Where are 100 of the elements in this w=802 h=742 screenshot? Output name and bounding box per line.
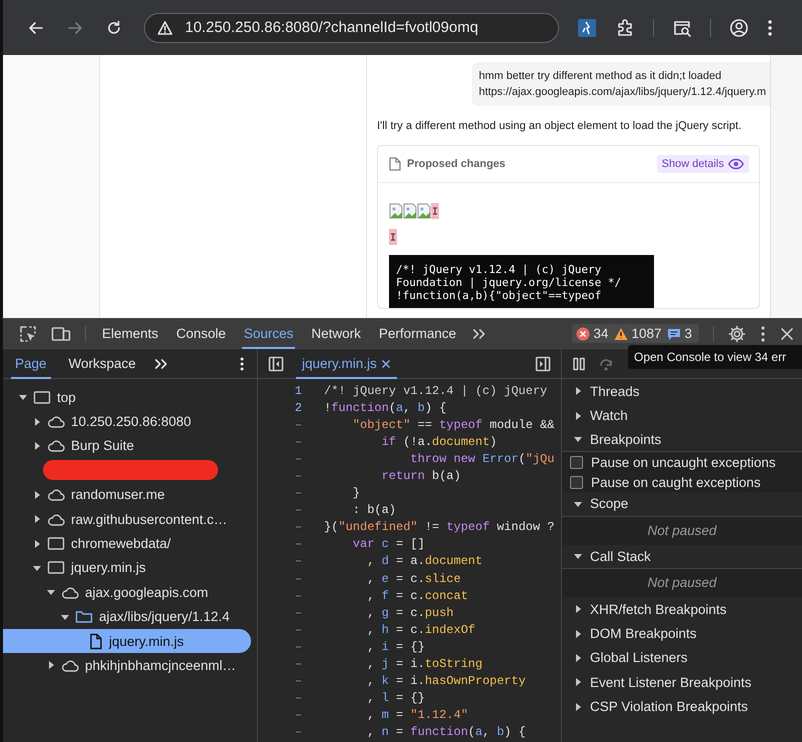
- panel-tab[interactable]: Console: [174, 318, 228, 348]
- tree-item[interactable]: Burp Suite: [71, 438, 134, 454]
- tree-item[interactable]: jquery.min.js: [71, 560, 146, 576]
- collapse-triangle-icon[interactable]: [61, 612, 69, 621]
- debugger-toggle-icon[interactable]: [535, 356, 551, 372]
- settings-icon[interactable]: [728, 324, 746, 342]
- panel-tab[interactable]: Network: [309, 318, 363, 348]
- document-icon: [389, 157, 401, 171]
- code-line: !function(a,b){"object"==typeof: [396, 289, 602, 302]
- code-line: "object" == typeof module &&: [352, 418, 554, 432]
- code-line: , d = a.document: [366, 554, 482, 568]
- expand-triangle-icon[interactable]: [574, 654, 582, 662]
- more-menu-icon[interactable]: [767, 18, 773, 38]
- navigator-tab[interactable]: Workspace: [64, 348, 140, 378]
- file-tab[interactable]: jquery.min.js: [296, 348, 397, 378]
- section-header[interactable]: CSP Violation Breakpoints: [590, 699, 748, 714]
- tree-item[interactable]: chromewebdata/: [71, 536, 171, 552]
- code-line: var c = []: [352, 537, 425, 552]
- expand-triangle-icon[interactable]: [33, 418, 41, 426]
- collapse-triangle-icon[interactable]: [19, 393, 27, 402]
- code-line: , j = i.toString: [366, 657, 482, 672]
- issue-counters[interactable]: 34 1087 3: [572, 324, 699, 343]
- line-number: –: [294, 503, 302, 518]
- expand-triangle-icon[interactable]: [33, 540, 41, 548]
- assistant-message: I'll try a different method using an object element to load the jQuery script.: [377, 120, 742, 132]
- close-icon[interactable]: [780, 326, 794, 340]
- expand-triangle-icon[interactable]: [574, 702, 582, 711]
- expand-triangle-icon[interactable]: [33, 442, 41, 450]
- section-header[interactable]: Scope: [590, 496, 628, 512]
- inspect-element-icon[interactable]: [19, 324, 37, 342]
- tree-item[interactable]: jquery.min.js: [109, 634, 184, 649]
- tree-item[interactable]: randomuser.me: [71, 487, 165, 502]
- section-header[interactable]: XHR/fetch Breakpoints: [590, 602, 727, 617]
- section-header[interactable]: Breakpoints: [590, 432, 662, 447]
- expand-triangle-icon[interactable]: [33, 515, 41, 524]
- collapse-triangle-icon[interactable]: [47, 588, 55, 596]
- collapse-triangle-icon[interactable]: [574, 435, 582, 444]
- section-header[interactable]: Event Listener Breakpoints: [590, 674, 752, 690]
- section-header[interactable]: Watch: [590, 408, 628, 424]
- wrench-extension-icon[interactable]: [577, 18, 597, 38]
- tree-item[interactable]: 10.250.250.86:8080: [71, 414, 192, 430]
- expand-triangle-icon[interactable]: [33, 490, 41, 499]
- frame-icon: [47, 535, 65, 552]
- line-number: 1: [294, 384, 302, 398]
- expand-triangle-icon[interactable]: [574, 678, 582, 686]
- panel-tab[interactable]: Performance: [376, 318, 458, 348]
- expand-triangle-icon[interactable]: [574, 630, 582, 638]
- checkbox-label: Pause on uncaught exceptions: [591, 454, 776, 470]
- code-line: , h = c.indexOf: [366, 622, 476, 637]
- collapse-triangle-icon[interactable]: [574, 500, 582, 508]
- tree-item[interactable]: ajax/libs/jquery/1.12.4: [99, 609, 230, 624]
- frame-icon: [33, 388, 51, 406]
- marker-icon: [389, 229, 397, 245]
- code-line: , n = function(a, b) {: [366, 725, 526, 740]
- line-number: –: [294, 708, 302, 722]
- expand-triangle-icon[interactable]: [574, 387, 582, 396]
- address-bar[interactable]: 10.250.250.86:8080/?channelId=fvotl09omq: [144, 12, 559, 42]
- line-number: –: [294, 486, 302, 500]
- collapse-triangle-icon[interactable]: [574, 552, 582, 560]
- user-message: hmm better try different method as it didn;t loaded https://ajax.googleapis.com/ajax/libs/jquery/1.12.4/jquery.m: [472, 62, 770, 106]
- section-header[interactable]: Threads: [590, 384, 640, 399]
- reload-button[interactable]: [105, 18, 123, 36]
- pause-icon[interactable]: [572, 356, 586, 370]
- section-header[interactable]: Call Stack: [590, 548, 651, 564]
- show-details-button[interactable]: Show details: [656, 155, 749, 173]
- expand-triangle-icon[interactable]: [574, 605, 582, 614]
- more-tabs-chevron-icon[interactable]: [154, 358, 168, 370]
- code-line: !function(a, b) {: [324, 400, 446, 415]
- code-line: , e = c.slice: [366, 572, 461, 586]
- checkbox[interactable]: [570, 476, 583, 489]
- more-menu-icon[interactable]: [239, 356, 245, 372]
- back-arrow-icon: [28, 20, 44, 36]
- section-header[interactable]: DOM Breakpoints: [590, 626, 697, 642]
- device-toolbar-icon[interactable]: [51, 324, 71, 342]
- more-menu-icon[interactable]: [760, 324, 766, 342]
- line-number: –: [294, 657, 302, 672]
- close-icon[interactable]: [380, 358, 391, 368]
- panel-tab[interactable]: Sources: [242, 318, 296, 348]
- navigator-tab[interactable]: Page: [11, 348, 51, 378]
- panel-tab[interactable]: Elements: [100, 318, 160, 348]
- expand-triangle-icon[interactable]: [574, 412, 582, 420]
- warning-icon: [614, 326, 628, 340]
- tree-item[interactable]: top: [57, 390, 76, 405]
- more-tabs-chevron-icon[interactable]: [472, 328, 486, 340]
- broken-image-icon: [389, 203, 403, 219]
- section-header[interactable]: Global Listeners: [590, 650, 688, 666]
- profile-icon[interactable]: [729, 18, 749, 38]
- line-number: –: [294, 520, 302, 534]
- line-number: –: [294, 418, 302, 432]
- tree-item[interactable]: ajax.googleapis.com: [85, 584, 208, 600]
- sidebar-toggle-icon[interactable]: [268, 356, 284, 372]
- tree-item[interactable]: phkihjnbhamcjnceenml…: [85, 658, 236, 673]
- tooltip: Open Console to view 34 err: [628, 345, 802, 369]
- tree-item[interactable]: raw.githubusercontent.c…: [71, 512, 228, 527]
- line-number: –: [294, 640, 302, 654]
- expand-triangle-icon[interactable]: [47, 661, 55, 670]
- checkbox[interactable]: [570, 456, 583, 469]
- collapse-triangle-icon[interactable]: [33, 564, 41, 572]
- issue-count: 1087: [631, 326, 662, 341]
- puzzle-icon[interactable]: [615, 18, 635, 38]
